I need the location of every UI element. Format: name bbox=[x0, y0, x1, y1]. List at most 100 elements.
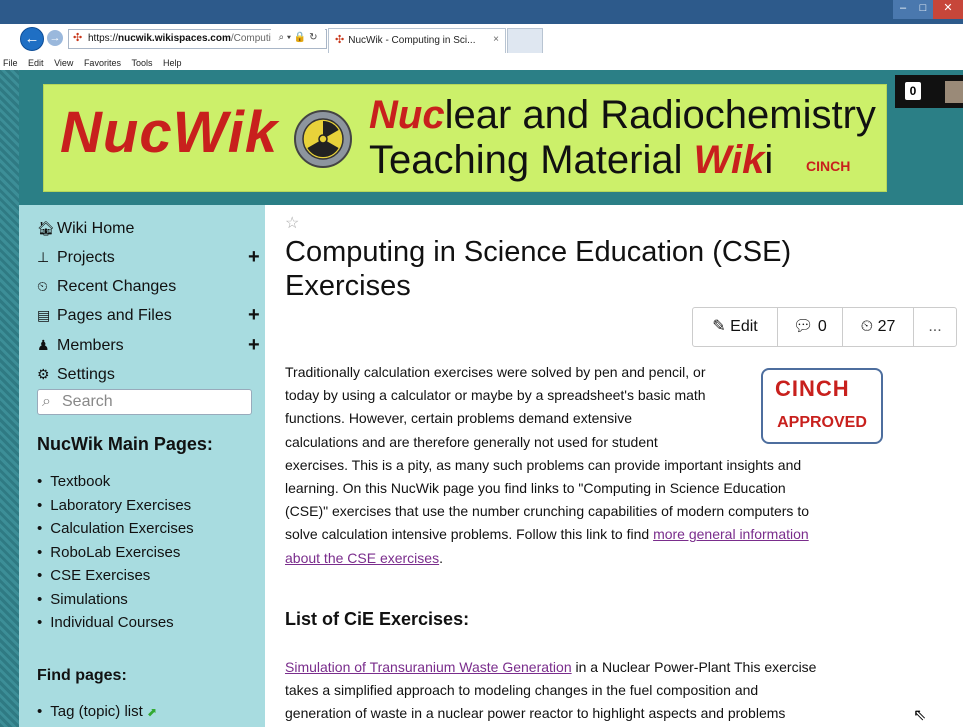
menu-tools[interactable]: Tools bbox=[131, 58, 152, 68]
address-bar-actions[interactable]: ⌕ ▾ 🔒 ↻ bbox=[271, 29, 325, 47]
sidebar-item-pages-and-files[interactable]: ▤ Pages and Files bbox=[37, 302, 172, 328]
browser-window-chrome: – □ ✕ ← → ✣ https://nucwik.wikispaces.com… bbox=[0, 0, 963, 57]
main-page-link[interactable]: RoboLab Exercises bbox=[37, 541, 194, 565]
exercise-text: in a Nuclear Power-Plant This exercise bbox=[571, 659, 817, 675]
main-page-link[interactable]: CSE Exercises bbox=[37, 564, 194, 588]
minimize-button[interactable]: – bbox=[893, 0, 913, 19]
tab-title: NucWik - Computing in Sci... bbox=[348, 35, 476, 46]
find-pages-heading: Find pages: bbox=[37, 667, 127, 684]
intro-line: (CSE)" exercises that use the number cru… bbox=[285, 503, 809, 520]
comments-count: 0 bbox=[817, 318, 827, 335]
close-window-button[interactable]: ✕ bbox=[933, 0, 963, 19]
history-count: 27 bbox=[877, 318, 896, 335]
pencil-icon: ✎ bbox=[712, 318, 726, 335]
intro-line: exercises. This is a pity, as many such … bbox=[285, 456, 802, 473]
find-pages-list: Tag (topic) list ⬈ bbox=[37, 700, 157, 724]
sidebar-item-settings[interactable]: ⚙ Settings bbox=[37, 361, 115, 387]
intro-line: learning. On this NucWik page you find l… bbox=[285, 479, 786, 496]
edit-button[interactable]: ✎ Edit bbox=[693, 308, 778, 346]
search-input[interactable]: ⌕ Search bbox=[37, 389, 252, 415]
home-icon: 🏠︎ bbox=[37, 220, 55, 236]
avatar[interactable] bbox=[945, 81, 963, 103]
clock-icon: ⏲ bbox=[37, 278, 48, 294]
tag-list-label: Tag (topic) list bbox=[50, 703, 143, 720]
home-icon[interactable]: ⌂ bbox=[927, 29, 935, 45]
page-edge-stripe bbox=[0, 70, 19, 727]
url-scheme: https:// bbox=[88, 33, 119, 44]
menu-file[interactable]: File bbox=[3, 58, 18, 68]
intro-line: today by using a calculator or maybe by … bbox=[285, 387, 706, 404]
favorite-star-icon[interactable]: ☆ bbox=[285, 213, 299, 233]
sitemap-icon: ⊥ bbox=[37, 249, 50, 265]
tab-close-icon[interactable]: × bbox=[493, 29, 499, 51]
main-pages-heading: NucWik Main Pages: bbox=[37, 434, 213, 454]
members-add-icon[interactable]: + bbox=[248, 332, 260, 358]
main-page-link[interactable]: Calculation Exercises bbox=[37, 517, 193, 541]
main-page-link[interactable]: Textbook bbox=[37, 470, 194, 494]
menu-bar: File Edit View Favorites Tools Help bbox=[0, 57, 963, 71]
main-page-link[interactable]: Simulations bbox=[37, 588, 194, 612]
intro-paragraph: Traditionally calculation exercises were… bbox=[285, 361, 875, 570]
maximize-button[interactable]: □ bbox=[913, 0, 933, 19]
sidebar-item-wiki-home[interactable]: 🏠︎ Wiki Home bbox=[37, 215, 134, 241]
file-icon: ▤ bbox=[37, 307, 51, 323]
search-placeholder: Search bbox=[62, 393, 113, 410]
notification-bar: 0 bbox=[895, 75, 963, 108]
page-actions: ✎ Edit 💬︎ 0 ⏲ 27 ... bbox=[692, 307, 957, 347]
menu-help[interactable]: Help bbox=[163, 58, 182, 68]
sidebar-item-label: Recent Changes bbox=[57, 278, 177, 295]
tab-nucwik[interactable]: ✣ NucWik - Computing in Sci... × bbox=[328, 28, 506, 53]
notification-count-badge[interactable]: 0 bbox=[905, 82, 921, 100]
comments-icon: 💬︎ bbox=[793, 318, 814, 335]
intro-line: functions. However, certain problems dem… bbox=[285, 410, 633, 427]
sidebar-item-label: Wiki Home bbox=[57, 220, 135, 237]
url-host: nucwik.wikispaces.com bbox=[118, 33, 231, 44]
intro-text: solve calculation intensive problems. Fo… bbox=[285, 526, 654, 543]
sidebar-item-label: Pages and Files bbox=[57, 307, 172, 324]
intro-line: Traditionally calculation exercises were… bbox=[285, 364, 706, 380]
menu-favorites[interactable]: Favorites bbox=[84, 58, 121, 68]
sidebar-item-label: Members bbox=[57, 337, 124, 354]
forward-button[interactable]: → bbox=[47, 30, 63, 46]
menu-edit[interactable]: Edit bbox=[28, 58, 44, 68]
history-button[interactable]: ⏲ 27 bbox=[843, 308, 914, 346]
projects-add-icon[interactable]: + bbox=[248, 244, 260, 270]
banner-em-wik: Wik bbox=[693, 138, 765, 182]
site-favicon-icon: ✣ bbox=[73, 32, 83, 45]
menu-view[interactable]: View bbox=[54, 58, 73, 68]
site-banner[interactable]: Nuc Wik Nuclear and Radiochemistry Teachi… bbox=[43, 84, 887, 192]
tab-favicon-icon: ✣ bbox=[335, 34, 345, 46]
comments-button[interactable]: 💬︎ 0 bbox=[778, 308, 843, 346]
banner-cinch-logo: CINCH bbox=[806, 158, 851, 174]
sidebar-item-recent-changes[interactable]: ⏲ Recent Changes bbox=[37, 273, 176, 299]
gear-icon: ⚙ bbox=[37, 366, 50, 382]
main-page-link[interactable]: Laboratory Exercises bbox=[37, 494, 194, 518]
radiation-globe-icon bbox=[294, 110, 352, 168]
banner-em-nuc: Nuc bbox=[369, 93, 445, 137]
banner-title-line-1: Nuclear and Radiochemistry bbox=[369, 93, 876, 138]
page-title: Computing in Science Education (CSE) Exe… bbox=[285, 236, 792, 302]
sidebar-item-members[interactable]: ♟ Members bbox=[37, 332, 124, 358]
banner-title-line-2: Teaching Material Wiki bbox=[369, 138, 773, 183]
more-info-link[interactable]: more general information bbox=[653, 526, 809, 542]
sidebar: 🏠︎ Wiki Home ⊥ Projects + ⏲ Recent Changes … bbox=[19, 205, 265, 727]
user-icon: ♟ bbox=[37, 337, 50, 353]
banner-line2-post: i bbox=[764, 138, 774, 182]
main-page-link[interactable]: Individual Courses bbox=[37, 611, 194, 635]
back-button[interactable]: ← bbox=[20, 27, 44, 51]
exercise-entry: Simulation of Transuranium Waste Generat… bbox=[285, 656, 885, 726]
exercise-link[interactable]: Simulation of Transuranium Waste Generat… bbox=[285, 659, 572, 675]
find-page-link[interactable]: Tag (topic) list ⬈ bbox=[37, 700, 157, 724]
pages-add-icon[interactable]: + bbox=[248, 302, 260, 328]
sidebar-item-label: Settings bbox=[57, 366, 115, 383]
main-pages-list: Textbook Laboratory Exercises Calculatio… bbox=[37, 470, 194, 635]
banner-line1-rest: lear and Radiochemistry bbox=[444, 93, 876, 137]
external-link-icon: ⬈ bbox=[146, 705, 158, 719]
sidebar-item-projects[interactable]: ⊥ Projects bbox=[37, 244, 115, 270]
new-tab-button[interactable] bbox=[507, 28, 543, 53]
exercise-line: generation of waste in a nuclear power r… bbox=[285, 705, 786, 722]
more-button[interactable]: ... bbox=[914, 308, 956, 346]
window-titlebar bbox=[0, 0, 963, 24]
more-info-link-cont[interactable]: about the CSE exercises bbox=[285, 550, 439, 566]
favorites-star-icon[interactable]: ★ bbox=[944, 29, 957, 46]
